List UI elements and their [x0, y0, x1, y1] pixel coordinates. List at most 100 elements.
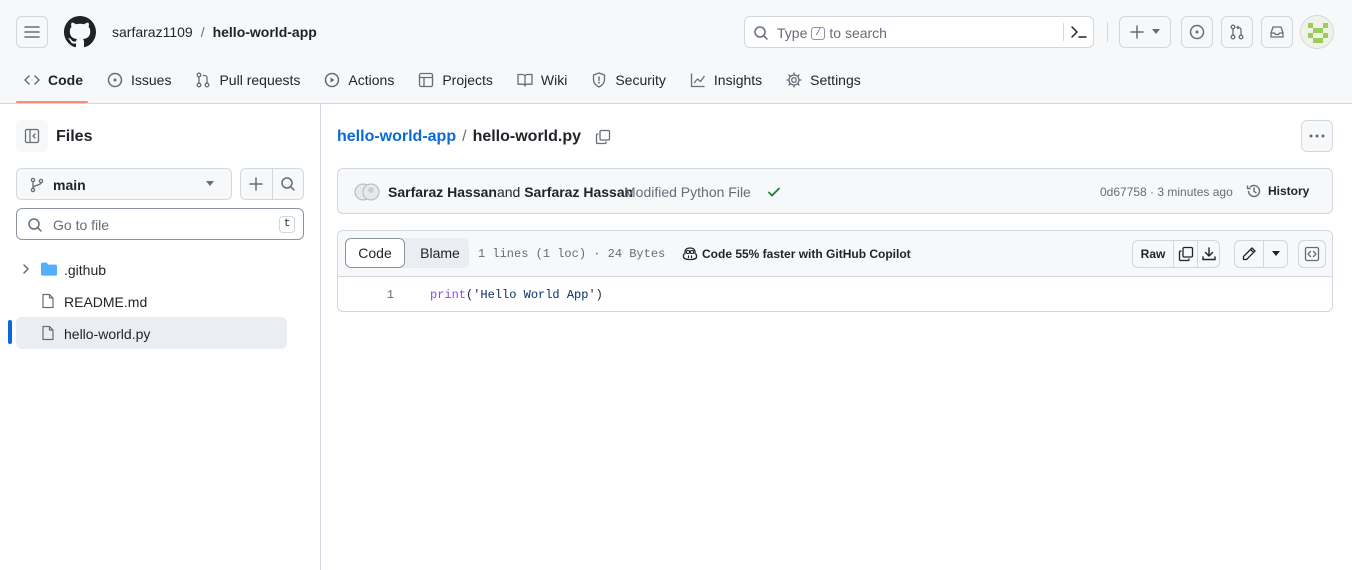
repo-name-link[interactable]: hello-world-app	[213, 24, 317, 40]
selected-item-indicator	[8, 320, 12, 344]
tab-pull-requests[interactable]: Pull requests	[187, 64, 308, 96]
history-label: History	[1268, 184, 1310, 198]
issue-icon	[107, 72, 123, 88]
tab-issues[interactable]: Issues	[99, 64, 179, 96]
commit-sha-time[interactable]: 0d67758 · 3 minutes ago	[1100, 185, 1233, 199]
repo-nav-tabs: Code Issues Pull requests Actions Projec…	[16, 64, 877, 104]
tab-code[interactable]: Code	[16, 64, 91, 96]
tab-label: Insights	[713, 72, 763, 88]
search-divider	[1063, 23, 1064, 41]
history-button[interactable]: History	[1246, 183, 1309, 199]
tree-item-readme[interactable]: README.md	[16, 285, 287, 317]
latest-commit-bar: Sarfaraz Hassanand Sarfaraz Hassan Modif…	[337, 168, 1333, 214]
tree-item-hello-world-py[interactable]: hello-world.py	[16, 317, 287, 349]
copilot-promo-link[interactable]: Code 55% faster with GitHub Copilot	[682, 246, 911, 262]
tab-wiki[interactable]: Wiki	[509, 64, 575, 96]
path-separator: /	[462, 128, 467, 145]
edit-options-dropdown[interactable]	[1263, 241, 1287, 267]
commit-message[interactable]: Modified Python File	[624, 184, 751, 200]
copy-raw-button[interactable]	[1173, 241, 1197, 267]
raw-button[interactable]: Raw	[1133, 241, 1173, 267]
commit-authors-and: and	[496, 184, 521, 200]
edit-file-button[interactable]	[1235, 241, 1263, 267]
commit-author-link[interactable]: Sarfaraz Hassan	[388, 184, 497, 200]
pull-requests-button[interactable]	[1221, 16, 1253, 48]
search-input[interactable]: Type / to search	[744, 16, 1094, 48]
gear-icon	[786, 72, 802, 88]
caret-down-icon	[1271, 251, 1280, 256]
inbox-button[interactable]	[1261, 16, 1293, 48]
caret-down-icon	[206, 181, 214, 186]
search-files-button[interactable]	[271, 169, 303, 199]
commit-author-link[interactable]: Sarfaraz Hassan	[524, 184, 633, 200]
kebab-horizontal-icon	[1309, 134, 1325, 138]
tab-insights[interactable]: Insights	[682, 64, 770, 96]
search-placeholder: Type / to search	[777, 25, 887, 41]
code-view-tab[interactable]: Code	[345, 238, 405, 268]
search-shortcut-key: /	[811, 26, 826, 40]
pull-request-icon	[1230, 24, 1244, 40]
add-file-button[interactable]	[241, 169, 272, 199]
download-button[interactable]	[1197, 241, 1219, 267]
hamburger-icon	[24, 26, 40, 38]
repo-breadcrumb: sarfaraz1109 / hello-world-app	[112, 24, 317, 40]
tab-actions[interactable]: Actions	[316, 64, 402, 96]
blame-view-tab[interactable]: Blame	[411, 238, 469, 268]
search-placeholder-suffix: to search	[829, 25, 887, 41]
code-square-icon	[1304, 246, 1320, 262]
tab-security[interactable]: Security	[583, 64, 674, 96]
create-new-button[interactable]	[1119, 16, 1171, 48]
branch-selector[interactable]: main	[16, 168, 232, 200]
copy-path-icon[interactable]	[595, 129, 611, 145]
path-file-name: hello-world.py	[472, 128, 582, 145]
command-palette-icon[interactable]	[1070, 24, 1088, 40]
chevron-right-icon[interactable]	[20, 263, 32, 275]
search-icon	[754, 26, 768, 40]
go-to-file-input[interactable]: Go to file t	[16, 208, 304, 240]
hamburger-menu-button[interactable]	[16, 16, 48, 48]
tree-item-github-folder[interactable]: .github	[16, 253, 287, 285]
line-content: print('Hello World App')	[430, 286, 603, 304]
tab-label: Settings	[810, 72, 861, 88]
file-icon	[42, 325, 54, 341]
path-root-link[interactable]: hello-world-app	[337, 128, 456, 146]
collapse-sidebar-button[interactable]	[16, 120, 48, 152]
branch-name: main	[53, 177, 86, 193]
author-avatars-icon[interactable]	[354, 183, 384, 201]
user-avatar[interactable]	[1300, 15, 1334, 49]
github-logo[interactable]	[64, 16, 96, 48]
file-stats: 1 lines (1 loc) · 24 Bytes	[478, 247, 666, 261]
tab-projects[interactable]: Projects	[410, 64, 501, 96]
code-paren: )	[595, 288, 603, 302]
issues-button[interactable]	[1181, 16, 1213, 48]
header-divider	[1107, 22, 1108, 42]
download-icon	[1201, 247, 1216, 261]
search-placeholder-prefix: Type	[777, 25, 808, 41]
line-number[interactable]: 1	[368, 286, 394, 304]
commit-authors: Sarfaraz Hassanand Sarfaraz Hassan	[388, 184, 633, 200]
view-mode-toggle: Code Blame	[345, 238, 469, 268]
table-icon	[419, 72, 434, 88]
plus-icon	[249, 177, 264, 191]
search-icon	[28, 218, 42, 232]
go-to-file-shortcut: t	[279, 216, 295, 233]
repo-header: sarfaraz1109 / hello-world-app Type / to…	[0, 0, 1352, 104]
code-function: print	[430, 288, 467, 302]
check-icon[interactable]	[767, 185, 781, 199]
tab-label: Projects	[442, 72, 493, 88]
symbols-panel-button[interactable]	[1298, 240, 1326, 268]
graph-icon	[690, 73, 705, 88]
copilot-icon	[682, 247, 698, 261]
tab-settings[interactable]: Settings	[778, 64, 869, 96]
play-icon	[325, 72, 340, 88]
search-icon	[281, 177, 295, 191]
file-viewer: Code Blame 1 lines (1 loc) · 24 Bytes Co…	[337, 230, 1333, 312]
issue-icon	[1189, 24, 1205, 40]
tree-item-label: hello-world.py	[64, 326, 151, 342]
file-actions-group	[240, 168, 304, 200]
breadcrumb-separator: /	[200, 24, 205, 40]
copilot-promo-label: Code 55% faster with GitHub Copilot	[702, 247, 911, 261]
more-options-button[interactable]	[1301, 120, 1333, 152]
tab-label: Wiki	[540, 72, 568, 88]
repo-owner-link[interactable]: sarfaraz1109	[112, 24, 193, 40]
